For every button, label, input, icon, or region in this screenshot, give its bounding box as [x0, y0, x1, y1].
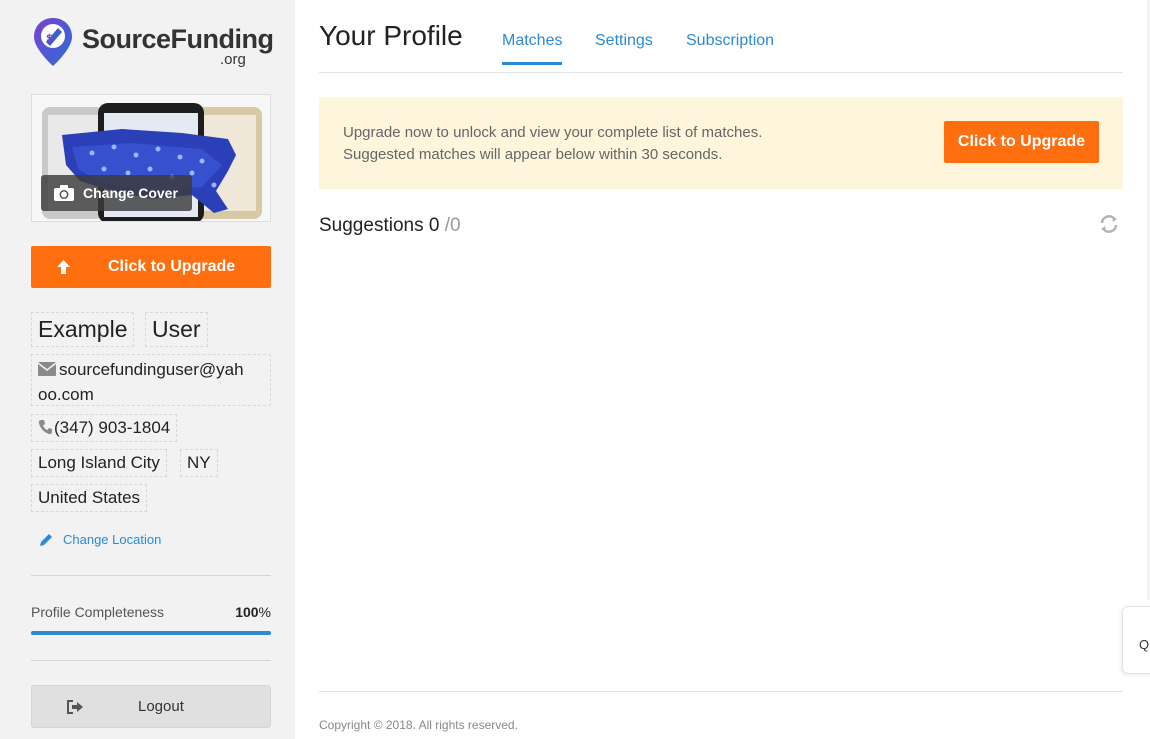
- divider: [31, 660, 271, 661]
- logo-suffix: .org: [220, 51, 246, 68]
- sidebar-upgrade-button[interactable]: Click to Upgrade: [31, 246, 271, 288]
- svg-text:$: $: [46, 33, 53, 44]
- tab-matches[interactable]: Matches: [502, 32, 563, 65]
- camera-icon: [54, 185, 74, 201]
- phone-icon: [38, 420, 52, 435]
- completeness-percent: 100%: [235, 604, 271, 620]
- profile-completeness: Profile Completeness 100%: [31, 604, 271, 620]
- logout-button[interactable]: Logout: [31, 685, 271, 728]
- email-line-2: oo.com: [38, 385, 94, 404]
- footer-copyright: Copyright © 2018. All rights reserved.: [319, 718, 518, 732]
- refresh-icon[interactable]: [1099, 214, 1119, 234]
- envelope-icon: [37, 362, 57, 376]
- page-title: Your Profile: [319, 20, 463, 51]
- logout-label: Logout: [138, 698, 184, 715]
- divider: [31, 575, 271, 576]
- suggestions-count: 0: [428, 215, 440, 236]
- change-location-link[interactable]: Change Location: [39, 532, 161, 547]
- state-field[interactable]: NY: [180, 449, 218, 477]
- completeness-label: Profile Completeness: [31, 604, 165, 620]
- logo-pin-icon: $: [34, 18, 72, 66]
- completeness-progress-bar: [31, 631, 271, 635]
- change-cover-label: Change Cover: [83, 185, 178, 201]
- email-line-1: sourcefundinguser@yah: [59, 360, 244, 379]
- suggestions-total: /0: [444, 215, 461, 236]
- sidebar-upgrade-label: Click to Upgrade: [108, 258, 236, 275]
- upgrade-banner: Upgrade now to unlock and view your comp…: [319, 97, 1123, 189]
- tabs-divider: [319, 72, 1123, 73]
- city-field[interactable]: Long Island City: [31, 449, 167, 477]
- logout-icon: [67, 700, 83, 714]
- pencil-icon: [40, 533, 52, 546]
- footer-divider: [319, 691, 1123, 692]
- last-name-field[interactable]: User: [145, 312, 208, 347]
- first-name-field[interactable]: Example: [31, 312, 135, 347]
- phone-field[interactable]: (347) 903-1804: [31, 414, 178, 442]
- suggestions-heading: Suggestions 0 /0: [319, 215, 461, 237]
- floating-widget-tab[interactable]: Q: [1122, 606, 1150, 674]
- widget-glyph: Q: [1139, 637, 1150, 652]
- banner-line-1: Upgrade now to unlock and view your comp…: [343, 124, 763, 141]
- arrow-up-icon: [57, 260, 70, 274]
- change-cover-button[interactable]: Change Cover: [41, 175, 192, 211]
- suggestions-label: Suggestions: [319, 215, 424, 236]
- banner-upgrade-button[interactable]: Click to Upgrade: [944, 121, 1099, 163]
- banner-line-2: Suggested matches will appear below with…: [343, 146, 723, 163]
- country-field[interactable]: United States: [31, 484, 148, 512]
- logo[interactable]: $ SourceFunding .org: [32, 14, 274, 70]
- change-location-label: Change Location: [63, 532, 162, 547]
- email-field[interactable]: sourcefundinguser@yah oo.com: [31, 354, 271, 406]
- phone-value: (347) 903-1804: [54, 418, 171, 437]
- banner-text: Upgrade now to unlock and view your comp…: [343, 122, 762, 166]
- tab-subscription[interactable]: Subscription: [686, 32, 774, 50]
- sidebar: $ SourceFunding .org Change Cover Click …: [0, 0, 295, 739]
- tab-settings[interactable]: Settings: [595, 32, 653, 50]
- cover-image: Change Cover: [31, 94, 271, 222]
- completeness-progress-fill: [31, 631, 271, 635]
